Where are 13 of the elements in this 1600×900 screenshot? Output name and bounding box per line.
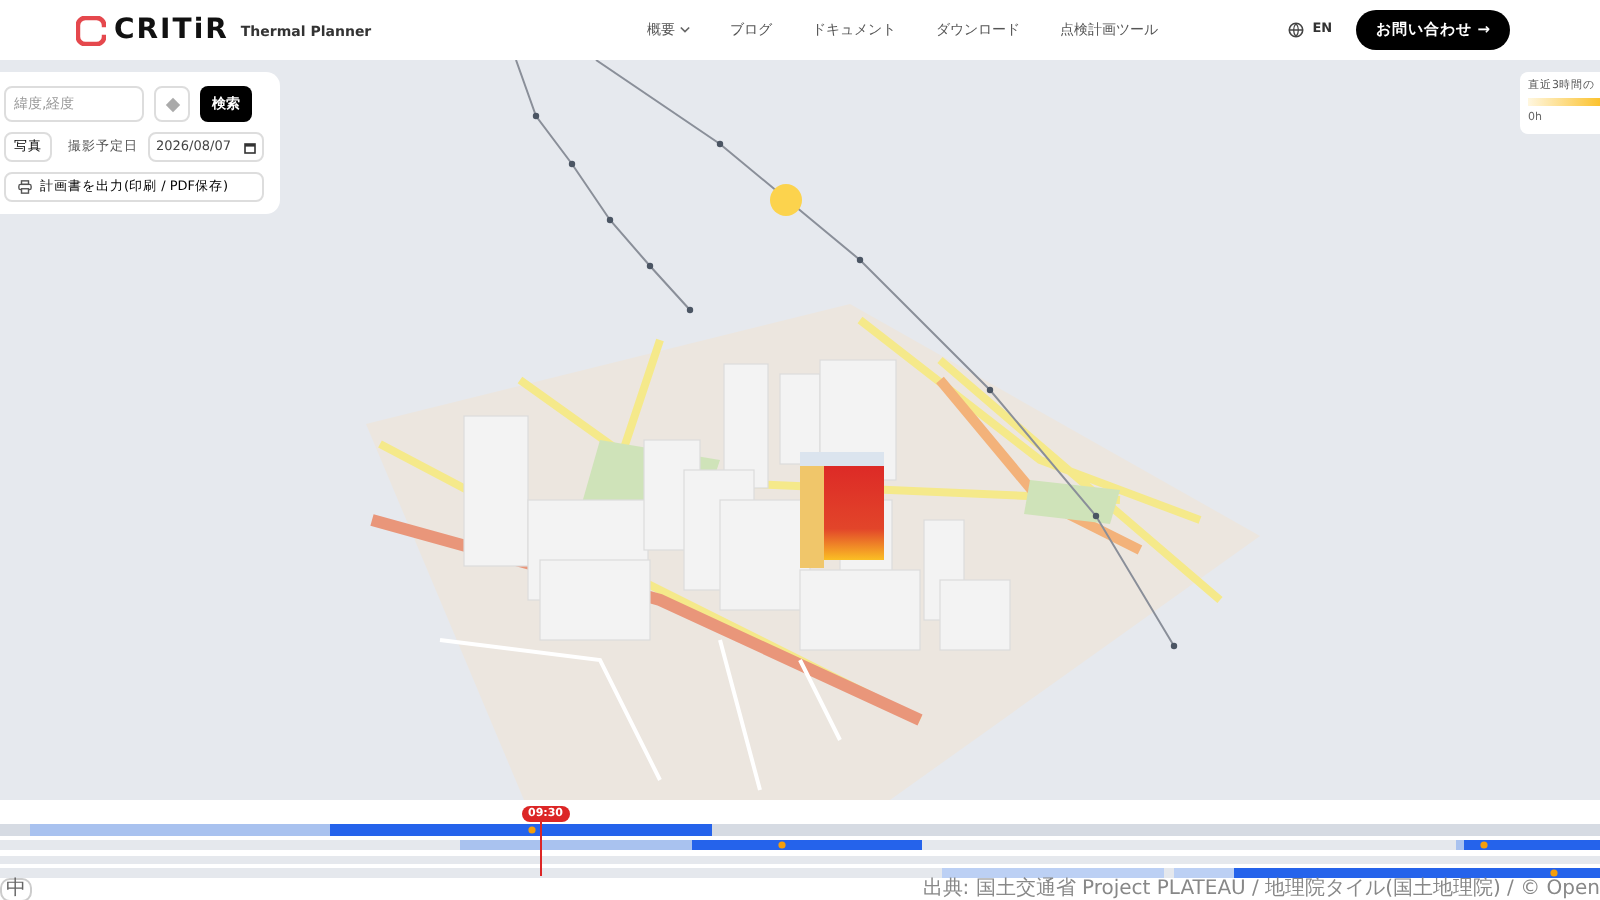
- logo-icon: [76, 15, 106, 45]
- printer-icon: [18, 180, 32, 194]
- 3d-city-map-drawing[interactable]: [366, 304, 1260, 800]
- time-cursor-line: [540, 819, 542, 877]
- brand-logo[interactable]: CRITiR: [114, 16, 229, 44]
- mode-chip[interactable]: 中: [0, 878, 32, 900]
- calendar-icon: [244, 141, 256, 153]
- globe-icon[interactable]: [1288, 22, 1305, 38]
- legend-gradient-bar: [1528, 98, 1600, 107]
- attribution-text: 出典: 国土交通省 Project PLATEAU / 地理院タイル(国土地理院) / © Open: [922, 878, 1600, 900]
- sun-marker[interactable]: [770, 184, 802, 216]
- locate-button[interactable]: [154, 86, 190, 122]
- timeline-drawing[interactable]: [0, 824, 1600, 878]
